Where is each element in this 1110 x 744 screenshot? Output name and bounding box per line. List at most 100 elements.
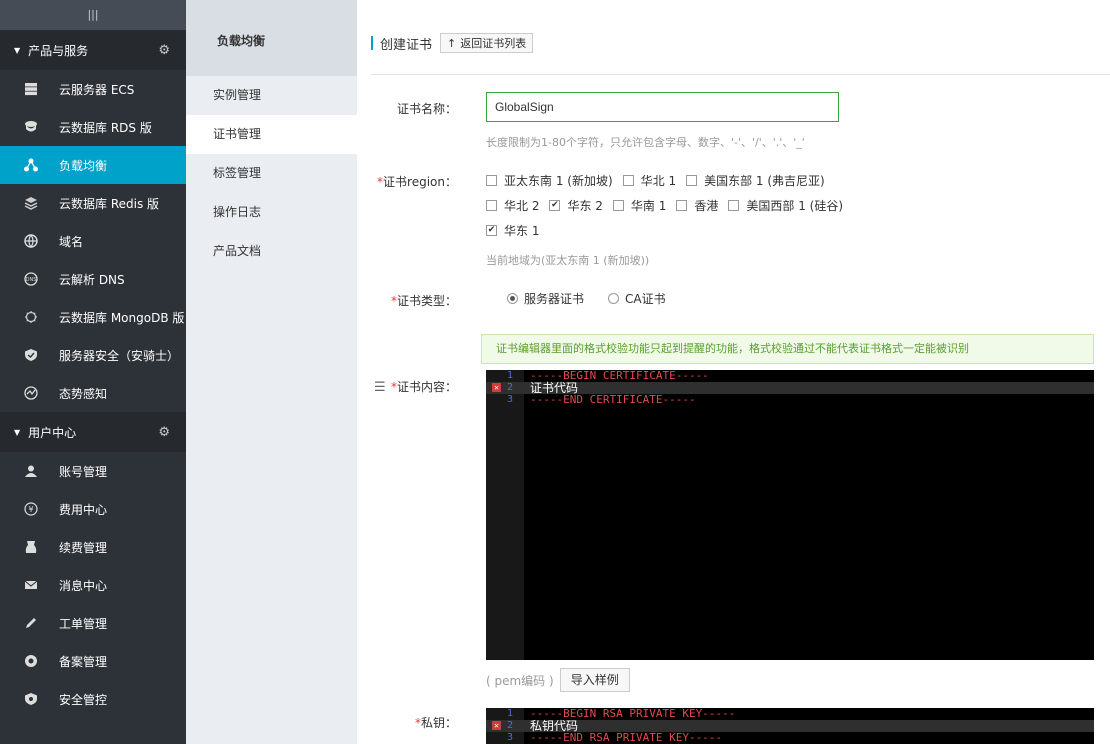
shield-icon (24, 348, 38, 362)
editor-line: 3 -----END CERTIFICATE----- (507, 393, 696, 406)
region-checkbox-cn-east-2[interactable]: ✔ 华东 2 (549, 197, 603, 214)
main-content: 创建证书 ↑ 返回证书列表 证书名称： GlobalSign 长度限制为1-80… (357, 0, 1110, 744)
cert-type-label: *证书类型： (390, 294, 457, 308)
svg-text:¥: ¥ (28, 505, 33, 514)
region-row: ✔ 华东 1 (486, 222, 549, 239)
mongodb-icon (24, 310, 38, 324)
radio-ca-cert[interactable]: CA证书 (608, 290, 666, 307)
error-marker-icon: ✕ (492, 383, 501, 392)
checkbox-box: ✔ (486, 225, 497, 236)
sidebar-item-situation-awareness[interactable]: 态势感知 (0, 374, 186, 412)
sidebar-item-domain[interactable]: 域名 (0, 222, 186, 260)
redis-icon (24, 196, 38, 210)
sidebar-item-security-control[interactable]: 安全管控 (0, 680, 186, 718)
sidebar-item-label: 云服务器 ECS (59, 82, 135, 97)
yen-icon: ¥ (24, 502, 38, 516)
subnav-item-tags[interactable]: 标签管理 (186, 154, 357, 193)
region-checkbox-ap-southeast-1[interactable]: 亚太东南 1 (新加坡) (486, 172, 613, 189)
checkbox-box (728, 200, 740, 211)
server-icon (24, 82, 38, 96)
sidebar-item-label: 备案管理 (59, 654, 108, 669)
sidebar-item-tickets[interactable]: 工单管理 (0, 604, 186, 642)
sidebar-item-label: 云解析 DNS (59, 272, 125, 287)
caret-down-icon: ▼ (14, 427, 21, 437)
sidebar-item-label: 云数据库 RDS 版 (59, 120, 152, 135)
private-key-label: *私钥： (414, 716, 457, 730)
radio-dot (608, 293, 620, 304)
region-checkbox-cn-south-1[interactable]: 华南 1 (612, 197, 666, 214)
sidebar-item-label: 域名 (59, 234, 84, 249)
checkbox-box (486, 200, 497, 211)
radio-server-cert[interactable]: 服务器证书 (507, 290, 584, 307)
format-check-notice: 证书编辑器里面的格式校验功能只起到提醒的功能，格式校验通过不能代表证书格式一定能… (481, 334, 1094, 364)
sidebar-item-messages[interactable]: 消息中心 (0, 566, 186, 604)
pencil-icon (24, 616, 38, 630)
editor-gutter (486, 370, 524, 660)
security-icon (24, 692, 38, 706)
cert-type-options: 服务器证书 CA证书 (507, 290, 690, 307)
region-checkbox-cn-north-1[interactable]: 华北 1 (622, 172, 676, 189)
pem-note: ( pem编码 ) (486, 673, 554, 688)
error-marker-icon: ✕ (492, 721, 501, 730)
private-key-editor[interactable]: 1 -----BEGIN RSA PRIVATE KEY----- ✕ 2 私钥… (486, 708, 1094, 744)
subnav-item-docs[interactable]: 产品文档 (186, 232, 357, 271)
gear-icon[interactable]: ⚙ (158, 425, 170, 440)
header-divider (371, 74, 1110, 75)
checkbox-box: ✔ (549, 200, 561, 211)
checkbox-box (676, 200, 688, 211)
sidebar-item-label: 费用中心 (59, 502, 108, 517)
globe-icon (24, 234, 38, 248)
page-header: 创建证书 ↑ 返回证书列表 (371, 33, 534, 53)
sidebar-item-label: 消息中心 (59, 578, 108, 593)
sidebar-item-mongodb[interactable]: 云数据库 MongoDB 版 (0, 298, 186, 336)
sidebar-item-label: 账号管理 (59, 464, 108, 479)
cert-name-input[interactable]: GlobalSign (486, 92, 839, 122)
sidebar-item-label: 云数据库 MongoDB 版 (59, 310, 185, 325)
subnav-item-instances[interactable]: 实例管理 (186, 76, 357, 115)
region-row: 亚太东南 1 (新加坡) 华北 1 美国东部 1 (弗吉尼亚) (486, 172, 835, 189)
region-checkbox-hongkong[interactable]: 香港 (676, 197, 718, 214)
back-to-list-button[interactable]: ↑ 返回证书列表 (440, 33, 534, 53)
sidebar-item-account[interactable]: 账号管理 (0, 452, 186, 490)
sidebar-item-filing[interactable]: 备案管理 (0, 642, 186, 680)
region-checkbox-us-east-1[interactable]: 美国东部 1 (弗吉尼亚) (686, 172, 825, 189)
cert-content-editor[interactable]: 1 -----BEGIN CERTIFICATE----- ✕ 2 证书代码 3… (486, 370, 1094, 660)
checkbox-box (486, 175, 497, 186)
region-row: 华北 2 ✔ 华东 2 华南 1 香港 美国西部 1 (硅谷) (486, 197, 853, 214)
sidebar: ||| ▼ 产品与服务 ⚙ 云服务器 ECS 云数据库 RDS 版 负载均衡 云… (0, 0, 186, 744)
cert-name-label: 证书名称： (396, 102, 457, 116)
sidebar-item-load-balancer[interactable]: 负载均衡 (0, 146, 186, 184)
awareness-icon (24, 386, 38, 400)
sidebar-item-redis[interactable]: 云数据库 Redis 版 (0, 184, 186, 222)
mail-icon (24, 578, 38, 592)
sidebar-item-label: 续费管理 (59, 540, 108, 555)
region-checkbox-us-west-1[interactable]: 美国西部 1 (硅谷) (728, 197, 843, 214)
sidebar-section-products[interactable]: ▼ 产品与服务 ⚙ (0, 30, 186, 70)
sidebar-collapse-toggle[interactable]: ||| (0, 0, 186, 30)
sidebar-item-dns[interactable]: DNS 云解析 DNS (0, 260, 186, 298)
sidebar-item-server-security[interactable]: 服务器安全（安骑士） (0, 336, 186, 374)
user-icon (24, 464, 38, 478)
import-sample-button[interactable]: 导入样例 (559, 668, 630, 692)
sidebar-item-label: 安全管控 (59, 692, 108, 707)
sidebar-section-user-center[interactable]: ▼ 用户中心 ⚙ (0, 412, 186, 452)
pem-row: ( pem编码 ) 导入样例 (486, 668, 630, 692)
sidebar-item-ecs[interactable]: 云服务器 ECS (0, 70, 186, 108)
checkbox-box (622, 175, 634, 186)
sidebar-item-billing[interactable]: ¥ 费用中心 (0, 490, 186, 528)
record-icon (24, 654, 38, 668)
region-checkbox-cn-east-1[interactable]: ✔ 华东 1 (486, 222, 539, 239)
sidebar-item-renewal[interactable]: 续费管理 (0, 528, 186, 566)
subnav-item-operation-log[interactable]: 操作日志 (186, 193, 357, 232)
sidebar-item-label: 服务器安全（安骑士） (59, 348, 180, 363)
gear-icon[interactable]: ⚙ (158, 43, 170, 58)
sidebar-item-rds[interactable]: 云数据库 RDS 版 (0, 108, 186, 146)
sidebar-item-label: 云数据库 Redis 版 (59, 196, 160, 211)
subnav-item-certificates[interactable]: 证书管理 (186, 115, 357, 154)
sidebar-item-label: 负载均衡 (59, 158, 108, 173)
back-to-list-label: 返回证书列表 (460, 37, 527, 50)
database-icon (24, 120, 38, 134)
dns-icon: DNS (24, 272, 38, 286)
region-checkbox-cn-north-2[interactable]: 华北 2 (486, 197, 539, 214)
current-region-text: 当前地域为(亚太东南 1 (新加坡)) (486, 254, 650, 267)
